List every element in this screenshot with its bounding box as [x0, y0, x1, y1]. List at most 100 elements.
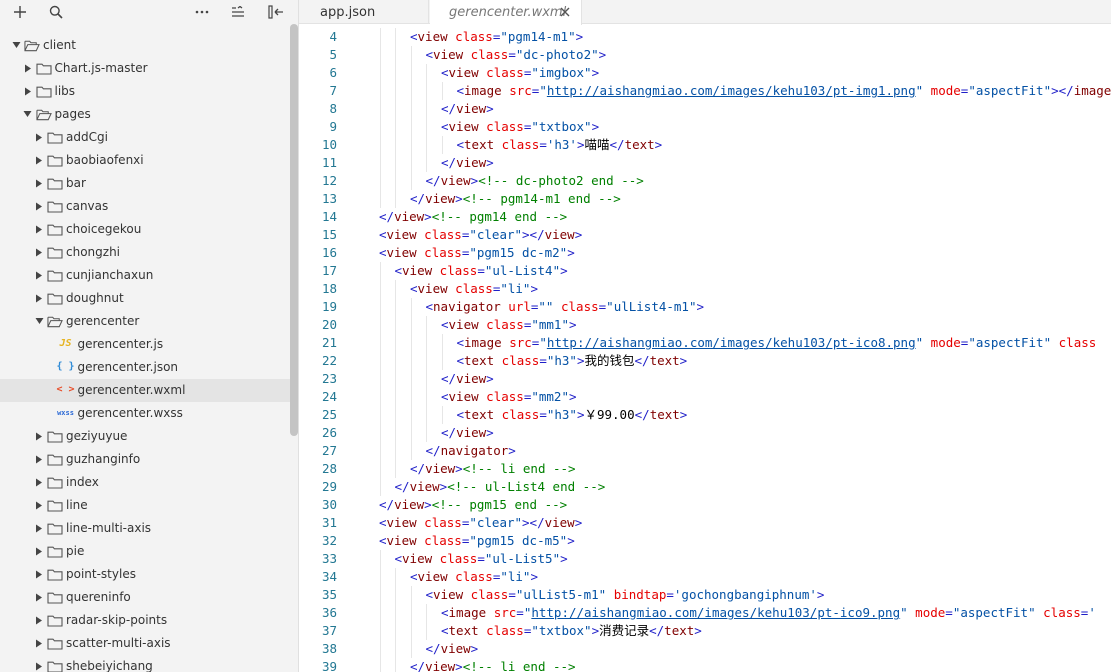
code-token: <: [394, 263, 403, 278]
plus-icon[interactable]: [9, 2, 31, 22]
tree-folder[interactable]: choicegekou: [0, 218, 290, 241]
chevron-right-icon[interactable]: [34, 500, 44, 510]
tree-item-label: choicegekou: [66, 222, 142, 236]
code-token: <: [425, 587, 434, 602]
code-line: 28 </view><!-- li end -->: [299, 460, 1111, 478]
folder-icon: [47, 245, 63, 259]
chevron-right-icon[interactable]: [34, 523, 44, 533]
code-text: <text class='h3'>喵喵</text>: [457, 136, 663, 154]
chevron-right-icon[interactable]: [34, 546, 44, 556]
tab-app-json[interactable]: app.json: [299, 0, 429, 24]
sidebar-scrollbar-thumb[interactable]: [290, 24, 298, 436]
chevron-right-icon[interactable]: [34, 454, 44, 464]
tree-folder[interactable]: chongzhi: [0, 241, 290, 264]
chevron-right-icon[interactable]: [34, 615, 44, 625]
tree-folder[interactable]: quereninfo: [0, 586, 290, 609]
outline-icon[interactable]: [227, 2, 249, 22]
code-area[interactable]: 4 <view class="pgm14-m1"> 5 <view class="dc…: [299, 28, 1111, 672]
code-token: <: [456, 407, 465, 422]
chevron-right-icon[interactable]: [34, 477, 44, 487]
tree-folder[interactable]: radar-skip-points: [0, 609, 290, 632]
tree-folder[interactable]: client: [0, 34, 290, 57]
indent-guide: [395, 568, 396, 586]
chevron-right-icon[interactable]: [34, 638, 44, 648]
tree-file[interactable]: JS gerencenter.js: [0, 333, 290, 356]
search-icon[interactable]: [45, 2, 67, 22]
tree-folder[interactable]: line: [0, 494, 290, 517]
code-text: </view><!-- li end -->: [410, 460, 576, 478]
code-token: view: [386, 227, 417, 242]
indent-guide: [379, 100, 381, 118]
tree-folder[interactable]: shebeiyichang: [0, 655, 290, 672]
code-token: ></: [522, 227, 545, 242]
chevron-right-icon[interactable]: [34, 592, 44, 602]
chevron-right-icon[interactable]: [34, 293, 44, 303]
tree-folder[interactable]: baobiaofenxi: [0, 149, 290, 172]
code-text: <view class="ulList5-m1" bindtap='gochon…: [426, 586, 825, 604]
tree-file[interactable]: { } gerencenter.json: [0, 356, 290, 379]
code-text: </view>: [441, 370, 494, 388]
tree-folder[interactable]: line-multi-axis: [0, 517, 290, 540]
tree-folder[interactable]: scatter-multi-axis: [0, 632, 290, 655]
indent-guide: [426, 316, 427, 334]
tree-folder[interactable]: canvas: [0, 195, 290, 218]
tree-folder[interactable]: libs: [0, 80, 290, 103]
code-token: "h3": [546, 407, 577, 422]
chevron-right-icon[interactable]: [34, 247, 44, 257]
chevron-right-icon[interactable]: [34, 569, 44, 579]
chevron-down-icon[interactable]: [11, 40, 21, 50]
tree-folder[interactable]: geziyuyue: [0, 425, 290, 448]
code-text: <navigator url="" class="ulList4-m1">: [426, 298, 705, 316]
chevron-down-icon[interactable]: [34, 316, 44, 326]
tree-folder[interactable]: gerencenter: [0, 310, 290, 333]
code-line: 29 </view><!-- ul-List4 end -->: [299, 478, 1111, 496]
tree-folder[interactable]: index: [0, 471, 290, 494]
chevron-right-icon[interactable]: [34, 132, 44, 142]
chevron-right-icon[interactable]: [34, 155, 44, 165]
folder-icon: [47, 475, 63, 489]
tree-folder[interactable]: addCgi: [0, 126, 290, 149]
code-line: 39 </view><!-- li end -->: [299, 658, 1111, 672]
indent-guide: [426, 370, 427, 388]
tree-folder[interactable]: bar: [0, 172, 290, 195]
code-token: src: [509, 335, 532, 350]
code-token: <: [456, 83, 465, 98]
code-token: view: [544, 515, 575, 530]
tree-file[interactable]: wxss gerencenter.wxss: [0, 402, 290, 425]
chevron-right-icon[interactable]: [34, 224, 44, 234]
chevron-right-icon[interactable]: [34, 661, 44, 671]
chevron-right-icon[interactable]: [34, 201, 44, 211]
sidebar-toolbar: [0, 0, 298, 24]
tree-folder[interactable]: pages: [0, 103, 290, 126]
collapse-sidebar-icon[interactable]: [265, 2, 287, 22]
line-number: 16: [321, 245, 337, 260]
code-token: <!-- dc-photo2 end -->: [478, 173, 644, 188]
chevron-right-icon[interactable]: [34, 431, 44, 441]
close-icon[interactable]: [558, 5, 572, 19]
code-token: src: [509, 83, 532, 98]
tree-folder[interactable]: cunjianchaxun: [0, 264, 290, 287]
tree-folder[interactable]: doughnut: [0, 287, 290, 310]
indent-guide: [426, 334, 427, 352]
chevron-right-icon[interactable]: [34, 270, 44, 280]
tree-folder[interactable]: guzhanginfo: [0, 448, 290, 471]
tree-folder[interactable]: point-styles: [0, 563, 290, 586]
indent-guide: [379, 64, 381, 82]
tab-gerencenter-wxml[interactable]: gerencenter.wxml: [430, 0, 582, 25]
code-line: 17 <view class="ul-List4">: [299, 262, 1111, 280]
tree-folder[interactable]: Chart.js-master: [0, 57, 290, 80]
chevron-right-icon[interactable]: [34, 178, 44, 188]
code-token: text: [464, 407, 495, 422]
code-token: >: [470, 641, 479, 656]
indent-guide: [395, 442, 396, 460]
code-token: >: [654, 137, 663, 152]
tree-folder[interactable]: pie: [0, 540, 290, 563]
chevron-down-icon[interactable]: [23, 109, 33, 119]
chevron-right-icon[interactable]: [23, 63, 33, 73]
more-horizontal-icon[interactable]: [191, 2, 213, 22]
indent-guide: [426, 388, 427, 406]
indent-guide: [395, 136, 396, 154]
indent-guide: [395, 118, 396, 136]
chevron-right-icon[interactable]: [23, 86, 33, 96]
tree-file[interactable]: < > gerencenter.wxml: [0, 379, 290, 402]
